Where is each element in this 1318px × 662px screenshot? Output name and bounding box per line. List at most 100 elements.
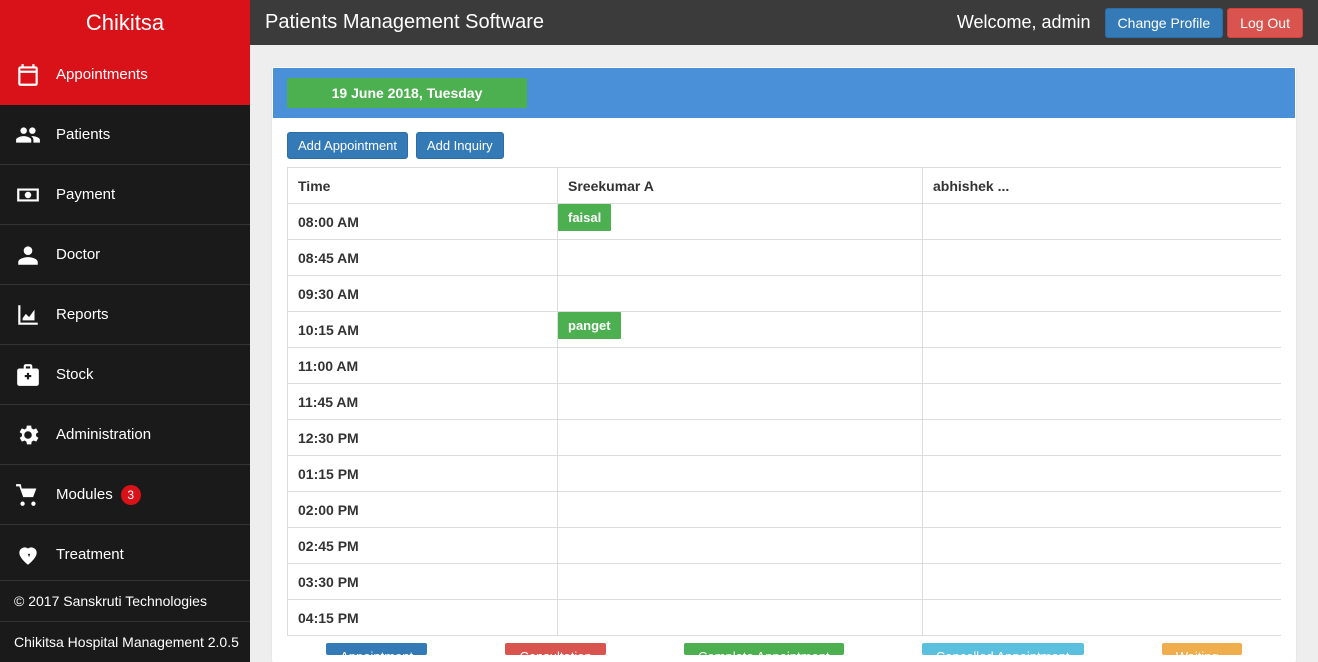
topbar: Patients Management Software Welcome, ad… [250, 0, 1318, 45]
slot-cell[interactable] [923, 564, 1282, 600]
sidebar-copyright: © 2017 Sanskruti Technologies [0, 580, 250, 621]
schedule-row: 08:45 AM [288, 240, 1282, 276]
slot-cell[interactable] [923, 528, 1282, 564]
time-cell: 02:00 PM [288, 492, 558, 528]
panel-heading: 19 June 2018, Tuesday [273, 68, 1295, 118]
col-doctor: abhishek ... [923, 168, 1282, 204]
sidebar-item-treatment[interactable]: Treatment [0, 525, 250, 580]
sidebar-item-label: Payment [56, 186, 115, 203]
medkit-icon [14, 361, 42, 389]
legend-waiting: Waiting [1162, 643, 1242, 655]
chart-icon [14, 301, 42, 329]
users-icon [14, 121, 42, 149]
slot-cell[interactable] [923, 276, 1282, 312]
sidebar-item-label: Patients [56, 126, 110, 143]
time-cell: 01:15 PM [288, 456, 558, 492]
sidebar-nav: Appointments Patients Payment Doctor Reports… [0, 45, 250, 580]
sidebar: Chikitsa Appointments Patients Payment Doct… [0, 0, 250, 662]
sidebar-item-label: Doctor [56, 246, 100, 263]
appointment-chip[interactable]: faisal [558, 204, 611, 231]
sidebar-item-appointments[interactable]: Appointments [0, 45, 250, 105]
add-inquiry-button[interactable]: Add Inquiry [416, 132, 504, 159]
slot-cell[interactable]: faisal [558, 204, 923, 240]
change-profile-button[interactable]: Change Profile [1105, 8, 1224, 38]
schedule-scroll[interactable]: TimeSreekumar Aabhishek ... 08:00 AMfais… [287, 167, 1281, 637]
time-cell: 09:30 AM [288, 276, 558, 312]
legend-complete: Complete Appointment [684, 643, 844, 655]
slot-cell[interactable] [923, 492, 1282, 528]
sidebar-item-label: Treatment [56, 546, 124, 563]
sidebar-item-label: Modules [56, 486, 113, 503]
slot-cell[interactable]: panget [558, 312, 923, 348]
slot-cell[interactable] [558, 348, 923, 384]
schedule-row: 11:00 AM [288, 348, 1282, 384]
date-pill[interactable]: 19 June 2018, Tuesday [287, 78, 527, 108]
sidebar-badge: 3 [121, 485, 141, 505]
slot-cell[interactable] [558, 492, 923, 528]
sidebar-item-label: Reports [56, 306, 109, 323]
time-cell: 04:15 PM [288, 600, 558, 636]
sidebar-item-patients[interactable]: Patients [0, 105, 250, 165]
slot-cell[interactable] [923, 240, 1282, 276]
sidebar-item-label: Appointments [56, 66, 148, 83]
gear-icon [14, 421, 42, 449]
schedule-row: 04:15 PM [288, 600, 1282, 636]
sidebar-item-stock[interactable]: Stock [0, 345, 250, 405]
time-cell: 02:45 PM [288, 528, 558, 564]
doctor-icon [14, 241, 42, 269]
time-cell: 03:30 PM [288, 564, 558, 600]
schedule-row: 10:15 AMpanget [288, 312, 1282, 348]
slot-cell[interactable] [923, 384, 1282, 420]
heartbeat-icon [14, 541, 42, 569]
time-cell: 08:45 AM [288, 240, 558, 276]
main-area: Patients Management Software Welcome, ad… [250, 0, 1318, 662]
brand-logo: Chikitsa [0, 0, 250, 45]
slot-cell[interactable] [558, 420, 923, 456]
sidebar-item-label: Administration [56, 426, 151, 443]
sidebar-item-payment[interactable]: Payment [0, 165, 250, 225]
sidebar-item-doctor[interactable]: Doctor [0, 225, 250, 285]
schedule-row: 12:30 PM [288, 420, 1282, 456]
sidebar-item-reports[interactable]: Reports [0, 285, 250, 345]
appointment-chip[interactable]: panget [558, 312, 621, 339]
add-appointment-button[interactable]: Add Appointment [287, 132, 408, 159]
slot-cell[interactable] [558, 384, 923, 420]
cart-icon [14, 481, 42, 509]
action-row: Add Appointment Add Inquiry [287, 132, 1281, 159]
slot-cell[interactable] [558, 240, 923, 276]
slot-cell[interactable] [923, 420, 1282, 456]
legend-cancelled: Cancelled Appointment [922, 643, 1084, 655]
slot-cell[interactable] [923, 456, 1282, 492]
time-cell: 11:45 AM [288, 384, 558, 420]
schedule-row: 11:45 AM [288, 384, 1282, 420]
calendar-icon [14, 61, 42, 89]
schedule-row: 08:00 AMfaisal [288, 204, 1282, 240]
legend-appointment: Appointment [326, 643, 427, 655]
page-title: Patients Management Software [265, 11, 544, 34]
slot-cell[interactable] [558, 276, 923, 312]
time-cell: 12:30 PM [288, 420, 558, 456]
sidebar-version: Chikitsa Hospital Management 2.0.5 [0, 621, 250, 662]
time-cell: 11:00 AM [288, 348, 558, 384]
sidebar-item-administration[interactable]: Administration [0, 405, 250, 465]
time-cell: 08:00 AM [288, 204, 558, 240]
slot-cell[interactable] [923, 600, 1282, 636]
schedule-row: 01:15 PM [288, 456, 1282, 492]
legend-row: Appointment Consultation Complete Appoin… [287, 637, 1281, 661]
slot-cell[interactable] [923, 348, 1282, 384]
slot-cell[interactable] [558, 564, 923, 600]
schedule-row: 03:30 PM [288, 564, 1282, 600]
logout-button[interactable]: Log Out [1227, 8, 1303, 38]
sidebar-item-label: Stock [56, 366, 94, 383]
schedule-row: 09:30 AM [288, 276, 1282, 312]
slot-cell[interactable] [923, 312, 1282, 348]
slot-cell[interactable] [558, 528, 923, 564]
schedule-row: 02:45 PM [288, 528, 1282, 564]
col-doctor: Sreekumar A [558, 168, 923, 204]
col-time: Time [288, 168, 558, 204]
sidebar-item-modules[interactable]: Modules 3 [0, 465, 250, 525]
slot-cell[interactable] [558, 456, 923, 492]
money-icon [14, 181, 42, 209]
slot-cell[interactable] [558, 600, 923, 636]
slot-cell[interactable] [923, 204, 1282, 240]
